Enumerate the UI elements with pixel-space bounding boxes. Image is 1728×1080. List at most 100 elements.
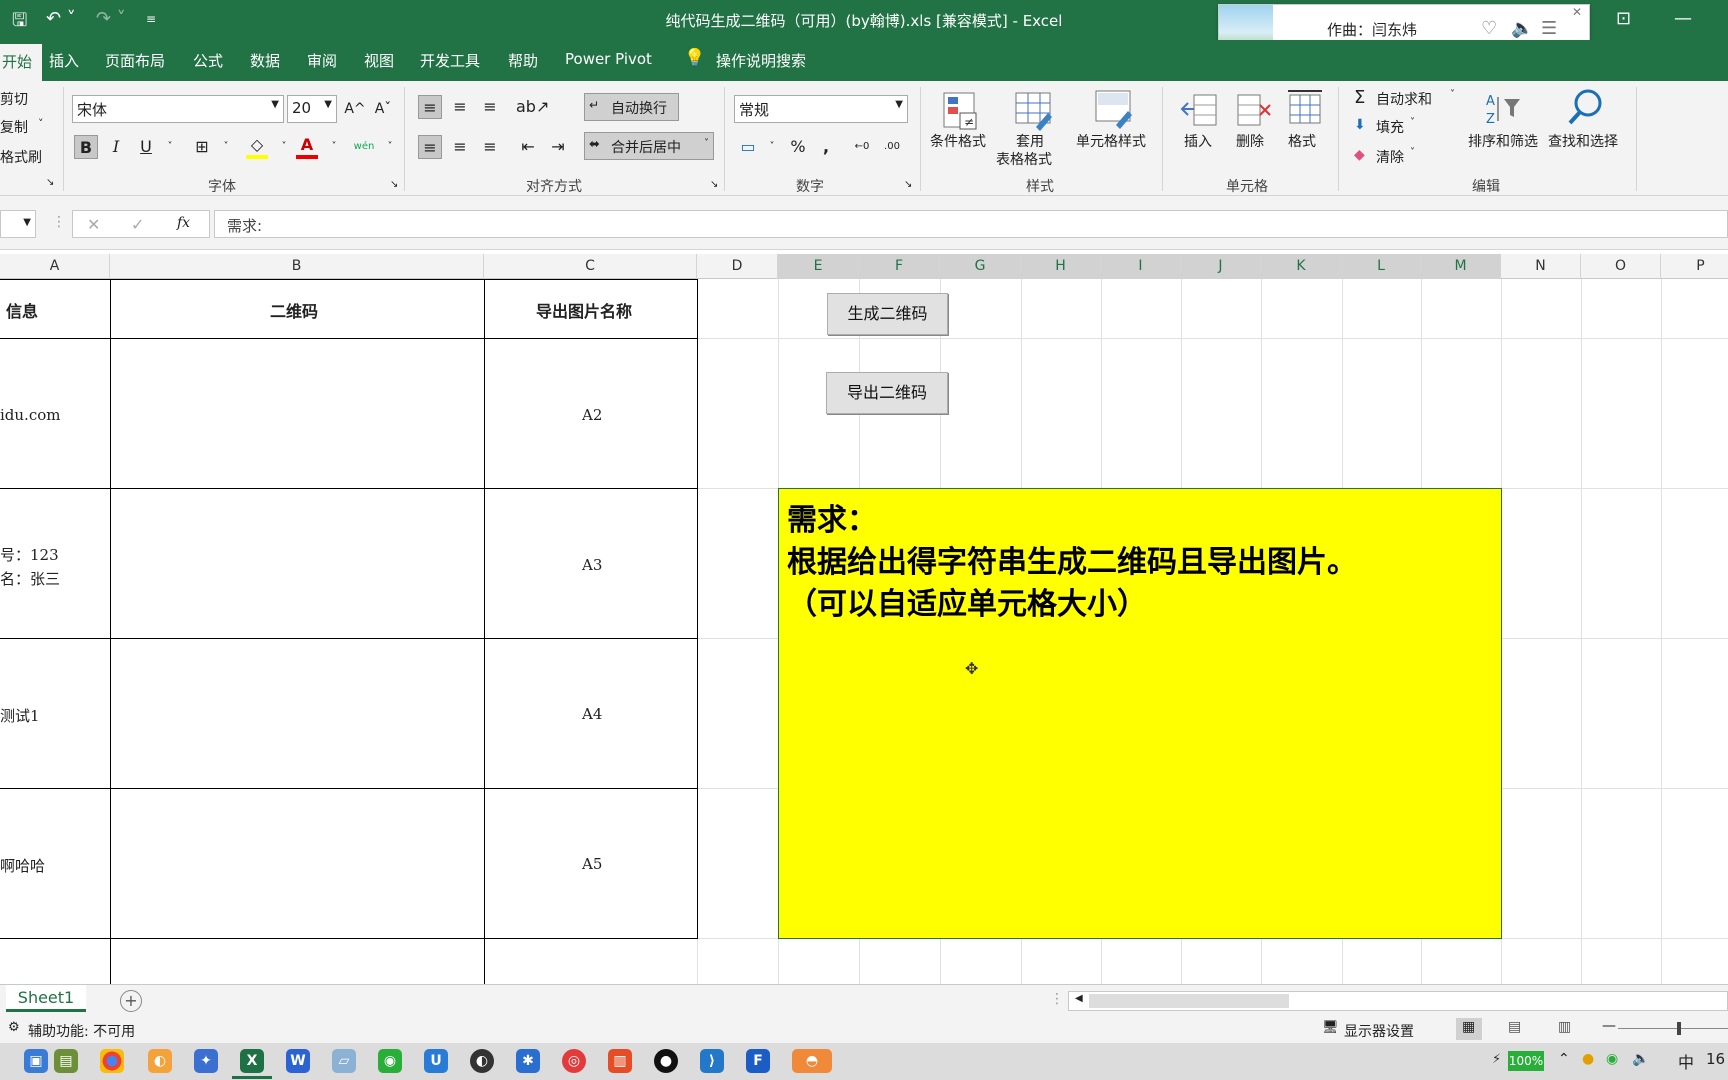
- game-app-icon[interactable]: ◓: [792, 1049, 832, 1073]
- battery-indicator[interactable]: 100%: [1508, 1051, 1544, 1071]
- tab-help[interactable]: 帮助: [508, 50, 538, 71]
- tab-view[interactable]: 视图: [364, 50, 394, 71]
- more-options-icon[interactable]: ⋮: [52, 214, 66, 230]
- autosum-button[interactable]: 自动求和: [1376, 89, 1432, 109]
- formula-input[interactable]: 需求:: [214, 210, 1728, 238]
- tab-data[interactable]: 数据: [250, 50, 280, 71]
- fill-dropdown-icon[interactable]: ˅: [1410, 117, 1415, 128]
- zoom-slider-thumb[interactable]: [1677, 1022, 1681, 1035]
- heart-icon[interactable]: ♡: [1481, 18, 1497, 39]
- excel-taskbar-icon[interactable]: X: [240, 1049, 264, 1073]
- close-icon[interactable]: ✕: [1572, 5, 1582, 19]
- find-select-button[interactable]: 查找和选择: [1548, 131, 1618, 151]
- format-cells-button[interactable]: 格式: [1288, 131, 1316, 151]
- align-center-icon[interactable]: ≡: [448, 135, 472, 159]
- column-header-o[interactable]: O: [1581, 254, 1661, 279]
- tab-power-pivot[interactable]: Power Pivot: [565, 50, 652, 68]
- tab-review[interactable]: 审阅: [307, 50, 337, 71]
- minimize-icon[interactable]: —: [1674, 8, 1692, 29]
- align-top-icon[interactable]: ≡: [418, 95, 442, 119]
- delete-cells-button[interactable]: 删除: [1236, 131, 1264, 151]
- shrink-font-button[interactable]: Aˇ: [371, 97, 395, 121]
- column-header-h[interactable]: H: [1021, 254, 1101, 279]
- comma-button[interactable]: ,: [814, 135, 838, 159]
- tab-page-layout[interactable]: 页面布局: [105, 50, 165, 71]
- clear-dropdown-icon[interactable]: ˅: [1410, 147, 1415, 158]
- cell-c4[interactable]: A4: [582, 705, 602, 723]
- name-box[interactable]: ▼: [0, 210, 36, 238]
- cell-c3[interactable]: A3: [582, 556, 602, 574]
- qq-icon[interactable]: ●: [654, 1049, 678, 1073]
- enter-icon[interactable]: ✓: [131, 215, 144, 234]
- sheet-tab-sheet1[interactable]: Sheet1: [6, 985, 86, 1012]
- format-as-table-button[interactable]: 套用: [1016, 131, 1044, 151]
- fs-app-icon[interactable]: F: [746, 1049, 770, 1073]
- insert-function-button[interactable]: fx: [177, 215, 190, 231]
- column-header-b[interactable]: B: [110, 254, 484, 279]
- cell-styles-button[interactable]: 单元格样式: [1076, 131, 1146, 151]
- vscode-icon[interactable]: ⟩: [700, 1049, 724, 1073]
- header-cell-qrcode[interactable]: 二维码: [270, 298, 318, 322]
- grow-font-button[interactable]: A^: [343, 97, 367, 121]
- clock[interactable]: 16: [1706, 1050, 1725, 1068]
- cell-a4[interactable]: 测试1: [0, 705, 40, 726]
- bird-app-icon[interactable]: ✦: [194, 1049, 218, 1073]
- decrease-decimal-icon[interactable]: .00: [880, 135, 904, 159]
- cell-a3-line2[interactable]: 名：张三: [0, 568, 60, 589]
- tab-developer[interactable]: 开发工具: [420, 50, 480, 71]
- number-launcher-icon[interactable]: ↘: [904, 179, 912, 190]
- fill-color-icon[interactable]: ◇: [246, 133, 268, 159]
- align-middle-icon[interactable]: ≡: [448, 95, 472, 119]
- phonetic-dropdown-icon[interactable]: ˅: [378, 135, 402, 159]
- clear-button[interactable]: 清除: [1376, 147, 1404, 167]
- ime-indicator[interactable]: 中: [1678, 1049, 1694, 1073]
- zoom-slider[interactable]: [1618, 1028, 1728, 1029]
- autosum-dropdown-icon[interactable]: ˅: [1450, 89, 1455, 100]
- currency-dropdown-icon[interactable]: ˅: [760, 135, 784, 159]
- column-header-m[interactable]: M: [1421, 254, 1501, 279]
- column-header-d[interactable]: D: [697, 254, 778, 279]
- cell-a3-line1[interactable]: 号：123: [0, 544, 59, 565]
- borders-icon[interactable]: ⊞: [190, 135, 214, 159]
- font-launcher-icon[interactable]: ↘: [390, 179, 398, 190]
- header-cell-info[interactable]: 信息: [6, 298, 38, 322]
- column-header-k[interactable]: K: [1261, 254, 1342, 279]
- column-header-p[interactable]: P: [1661, 254, 1728, 279]
- italic-button[interactable]: I: [104, 135, 128, 159]
- column-header-i[interactable]: I: [1101, 254, 1181, 279]
- increase-indent-icon[interactable]: ⇥: [546, 135, 570, 159]
- column-header-j[interactable]: J: [1181, 254, 1261, 279]
- increase-decimal-icon[interactable]: ←0: [850, 135, 874, 159]
- browser-app-icon[interactable]: ◐: [148, 1049, 172, 1073]
- wrap-text-button[interactable]: ↵ 自动换行: [584, 93, 679, 121]
- qq-tray-icon[interactable]: ●: [1582, 1051, 1594, 1067]
- conditional-format-button[interactable]: 条件格式: [930, 131, 986, 151]
- column-header-n[interactable]: N: [1501, 254, 1581, 279]
- tell-me-search[interactable]: 操作说明搜索: [716, 50, 806, 71]
- align-right-icon[interactable]: ≡: [478, 135, 502, 159]
- export-qrcode-button[interactable]: 导出二维码: [826, 372, 948, 414]
- orientation-icon[interactable]: ab↗: [516, 95, 549, 119]
- column-header-g[interactable]: G: [940, 254, 1021, 279]
- font-name-select[interactable]: 宋体 ▼: [72, 95, 284, 123]
- underline-button[interactable]: U: [134, 135, 158, 159]
- word-app-icon[interactable]: W: [286, 1049, 310, 1073]
- wechat-icon[interactable]: ◉: [378, 1049, 402, 1073]
- percent-button[interactable]: %: [786, 135, 810, 159]
- fill-button[interactable]: 填充: [1376, 117, 1404, 137]
- normal-view-icon[interactable]: ▦: [1456, 1018, 1482, 1040]
- zoom-out-icon[interactable]: —: [1602, 1018, 1616, 1034]
- network-app-icon[interactable]: ▣: [24, 1049, 48, 1073]
- scroll-left-icon[interactable]: ◀: [1075, 993, 1083, 1004]
- clipboard-launcher-icon[interactable]: ↘: [46, 177, 54, 188]
- page-layout-view-icon[interactable]: ▤: [1508, 1019, 1521, 1035]
- tab-home[interactable]: 开始: [0, 44, 43, 81]
- scroll-thumb[interactable]: [1089, 994, 1289, 1008]
- insert-cells-button[interactable]: 插入: [1184, 131, 1212, 151]
- column-header-a[interactable]: A: [0, 254, 110, 279]
- column-header-e[interactable]: E: [778, 254, 859, 279]
- tab-insert[interactable]: 插入: [49, 50, 79, 71]
- display-settings-button[interactable]: 显示器设置: [1344, 1021, 1414, 1041]
- horizontal-scrollbar[interactable]: ◀: [1068, 991, 1728, 1011]
- chevron-up-icon[interactable]: ⌃: [1558, 1051, 1570, 1067]
